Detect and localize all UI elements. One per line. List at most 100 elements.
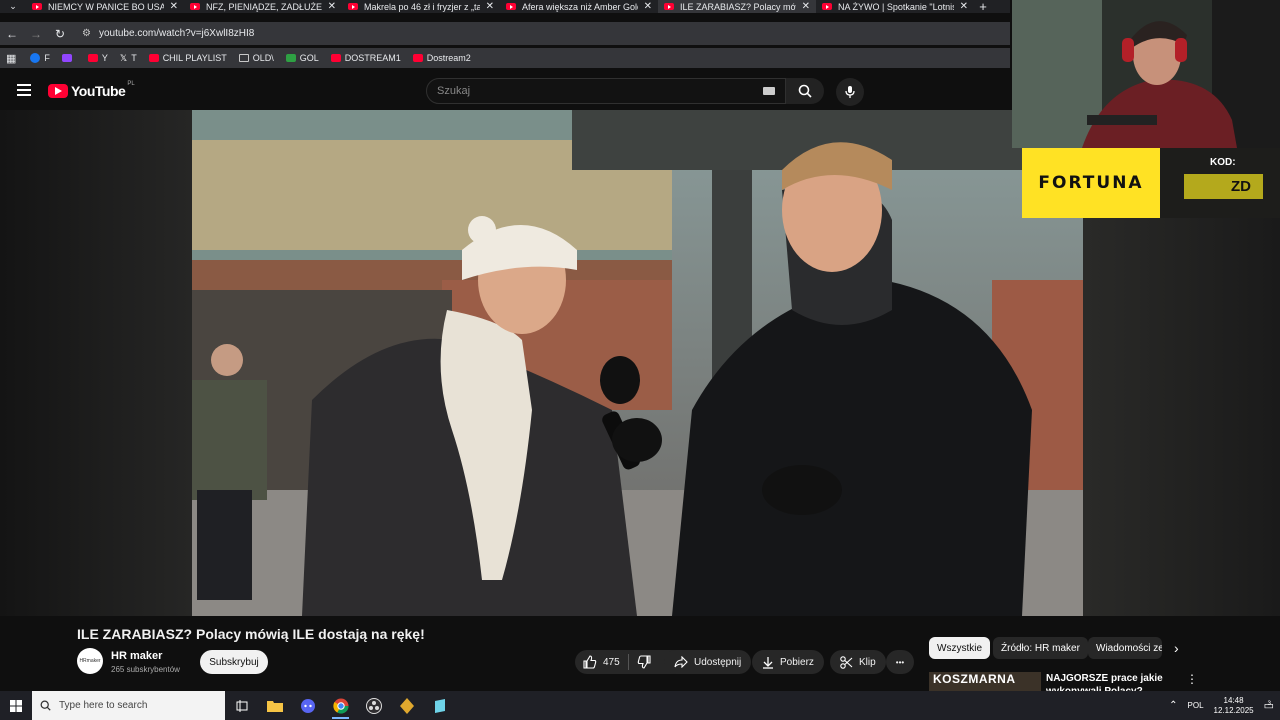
bookmark-item[interactable]: DOSTREAM1 [330,53,401,63]
back-arrow-icon[interactable]: ← [0,27,24,41]
browser-tab[interactable]: NIEMCY W PANICE BO USA STA✕ [26,0,184,13]
close-tab-icon[interactable]: ✕ [802,1,810,12]
subscriber-count: 265 subskrybentów [111,665,180,674]
keyboard-icon[interactable] [763,87,775,95]
obs-icon[interactable] [357,691,390,720]
chip-all[interactable]: Wszystkie [929,637,990,659]
clock-time: 14:48 [1223,695,1244,705]
recommended-title[interactable]: NAJGORSZE prace jakie wykonywali Polacy? [1046,672,1166,691]
video-player[interactable] [192,110,1083,616]
search-button[interactable] [786,78,824,104]
youtube-icon [412,54,423,62]
bookmark-item[interactable]: Dostream2 [412,53,471,63]
recommended-thumbnail[interactable]: KOSZMARNA [929,672,1041,691]
youtube-favicon-icon [664,3,674,10]
download-button[interactable]: Pobierz [752,650,824,674]
twitch-icon [61,54,72,62]
menu-hamburger-icon[interactable] [17,84,31,96]
bookmarks-bar: ▦ F Y 𝕏T CHIL PLAYLIST OLD\ GOL DOSTREAM… [0,48,1010,68]
share-button[interactable]: Udostępnij [664,650,752,674]
channel-avatar[interactable]: HRmaker [77,648,103,674]
clock-date: 12.12.2025 [1213,705,1254,715]
youtube-favicon-icon [348,3,358,10]
x-icon: 𝕏 [119,52,128,63]
start-button[interactable] [0,691,32,720]
task-view-icon[interactable] [225,691,258,720]
youtube-favicon-icon [32,3,42,10]
fortuna-logo: FORTUNA [1022,148,1160,218]
dislike-button[interactable] [629,650,659,674]
search-box [426,78,786,104]
address-bar[interactable]: ⚙ youtube.com/watch?v=j6XwlI8zHI8 [82,28,254,39]
notification-count: 3 [1267,701,1271,707]
more-vert-icon[interactable]: ⋮ [1186,672,1198,686]
browser-tab-active[interactable]: ILE ZARABIASZ? Polacy mówią✕ [658,0,816,13]
subscribe-button[interactable]: Subskrybuj [200,650,268,674]
new-tab-button[interactable]: + [974,0,992,14]
video-info: ILE ZARABIASZ? Polacy mówią ILE dostają … [0,616,1280,691]
taskbar-search-input[interactable] [59,700,209,711]
thumbs-up-icon [583,655,597,669]
gol-icon [285,54,296,62]
close-tab-icon[interactable]: ✕ [486,1,494,12]
chevron-up-icon[interactable]: ⌃ [1169,700,1177,711]
youtube-favicon-icon [506,3,516,10]
share-icon [674,656,688,668]
voice-search-button[interactable] [836,78,864,106]
more-actions-button[interactable]: ••• [886,650,914,674]
site-info-icon[interactable]: ⚙ [82,28,91,39]
tab-search-chevron-icon[interactable]: ⌄ [0,0,26,13]
bookmark-item[interactable]: GOL [285,53,319,63]
bookmark-folder[interactable]: OLD\ [238,53,274,63]
like-button[interactable]: 475 [575,650,628,674]
promo-code-label: KOD: [1210,157,1236,168]
app-icon-yellow[interactable] [390,691,423,720]
close-tab-icon[interactable]: ✕ [644,1,652,12]
browser-tab[interactable]: Makrela po 46 zł i fryzjer z „tak ✕ [342,0,500,13]
browser-toolbar: ← → ↻ ⚙ youtube.com/watch?v=j6XwlI8zHI8 [0,22,1010,45]
youtube-icon [87,54,98,62]
bookmark-item[interactable]: CHIL PLAYLIST [148,53,227,63]
search-input[interactable] [427,79,747,103]
chip-news[interactable]: Wiadomości ze [1088,637,1162,659]
forward-arrow-icon[interactable]: → [24,27,48,41]
bookmark-item[interactable]: Y [87,53,108,63]
folder-icon [238,54,249,62]
url-text: youtube.com/watch?v=j6XwlI8zHI8 [98,28,255,39]
browser-tab[interactable]: NFZ, PIENIĄDZE, ZADŁUŻENIE✕ [184,0,342,13]
chrome-icon[interactable] [324,691,357,720]
notepad-icon[interactable] [423,691,456,720]
bookmark-item[interactable]: F [30,53,50,63]
channel-name[interactable]: HR maker [111,650,162,662]
facebook-icon [30,53,41,63]
close-tab-icon[interactable]: ✕ [960,1,968,12]
taskbar-search [32,691,225,720]
windows-taskbar: ⌃ POL 14:48 12.12.2025 ▭3 [0,691,1280,720]
system-tray: ⌃ POL 14:48 12.12.2025 ▭ 3 [1169,691,1280,720]
chip-source[interactable]: Źródło: HR maker [993,637,1088,659]
search-icon [798,84,812,98]
browser-tab[interactable]: Afera większa niż Amber Gold? ✕ [500,0,658,13]
reload-icon[interactable]: ↻ [48,27,72,41]
youtube-icon [148,54,159,62]
screen: ⌄ NIEMCY W PANICE BO USA STA✕ NFZ, PIENI… [0,0,1280,720]
clip-button[interactable]: Klip [830,650,886,674]
browser-tab[interactable]: NA ŻYWO | Spotkanie "Lotnisk ✕ [816,0,974,13]
promo-code-value: ZD [1184,174,1263,199]
ambient-left [0,110,192,616]
chevron-right-icon[interactable]: › [1174,640,1179,656]
bookmark-item[interactable]: 𝕏T [120,53,137,64]
clock[interactable]: 14:48 12.12.2025 [1214,696,1254,716]
notifications-icon[interactable]: ▭ 3 [1264,699,1274,712]
language-indicator[interactable]: POL [1188,701,1204,710]
youtube-icon [330,54,341,62]
apps-grid-icon[interactable]: ▦ [6,52,16,65]
scissors-icon [840,655,853,669]
close-tab-icon[interactable]: ✕ [328,1,336,12]
discord-icon[interactable] [291,691,324,720]
youtube-logo[interactable]: YouTube PL [48,81,135,99]
file-explorer-icon[interactable] [258,691,291,720]
youtube-play-icon [48,84,68,98]
close-tab-icon[interactable]: ✕ [170,1,178,12]
bookmark-item[interactable] [61,54,76,62]
